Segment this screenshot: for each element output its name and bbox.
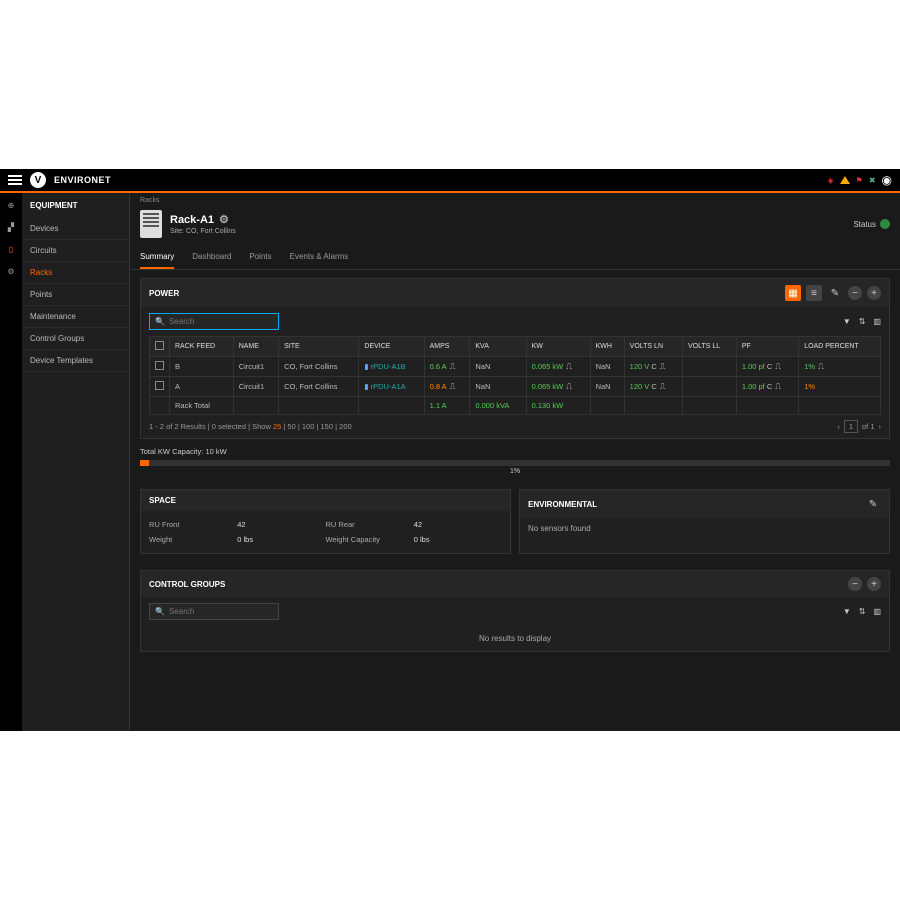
cg-panel: CONTROL GROUPS −+ 🔍 ▼ ⇅ ▥ No results to … [140,570,890,652]
sidebar-item-devices[interactable]: Devices [22,218,129,240]
select-all-checkbox[interactable] [155,341,164,350]
topbar: V ENVIRONET ◈ ⚑ ✖ ◉ [0,169,900,193]
table-total-row: Rack Total 1.1 A 0.000 kVA 0.130 kW [150,397,881,415]
refresh-icon[interactable]: C [767,362,772,371]
chart-icon[interactable]: ⎍ [775,362,781,371]
rail-globe-icon[interactable]: ⊕ [5,199,17,211]
page-of: of 1 [862,422,875,431]
nav-rail: ⊕ ▞ ▯ ⚙ [0,193,22,731]
sidebar-item-circuits[interactable]: Circuits [22,240,129,262]
cg-empty: No results to display [141,626,889,651]
chart-icon[interactable]: ⎍ [566,362,572,371]
power-title: POWER [149,289,179,298]
user-icon[interactable]: ◉ [882,173,892,187]
sidebar: EQUIPMENT Devices Circuits Racks Points … [22,193,130,731]
search-icon: 🔍 [155,317,165,326]
view-grid-icon[interactable]: ▦ [785,285,801,301]
refresh-icon[interactable]: C [651,382,656,391]
rail-rack-icon[interactable]: ▯ [5,243,17,255]
table-row[interactable]: A Circuit1 CO, Fort Collins ▮ rPDU-A1A 0… [150,377,881,397]
power-panel: POWER ▦ ≡ ✎ − + 🔍 ▼ ⇅ ▥ RACK FEED NAME S… [140,278,890,439]
alert-flag-icon[interactable]: ⚑ [856,176,863,185]
power-table: RACK FEED NAME SITE DEVICE AMPS KVA KW K… [149,336,881,415]
row-checkbox[interactable] [155,361,164,370]
sidebar-header: EQUIPMENT [22,193,129,218]
alert-critical-icon[interactable]: ◈ [827,176,833,185]
prev-page-icon[interactable]: ‹ [837,422,840,431]
edit-icon[interactable]: ✎ [827,285,843,301]
logo: V [30,172,46,188]
edit-icon[interactable]: ✎ [865,496,881,512]
sidebar-item-points[interactable]: Points [22,284,129,306]
search-icon: 🔍 [155,607,165,616]
add-button[interactable]: + [867,286,881,300]
page-title: Rack-A1 [170,214,214,226]
alert-warning-icon[interactable] [840,176,850,184]
power-search-input[interactable] [169,317,273,326]
remove-button[interactable]: − [848,577,862,591]
capacity-label: Total KW Capacity: 10 kW [140,447,890,456]
sidebar-item-racks[interactable]: Racks [22,262,129,284]
app-frame: V ENVIRONET ◈ ⚑ ✖ ◉ ⊕ ▞ ▯ ⚙ EQUIPMENT De… [0,169,900,731]
status-ok-icon [880,219,890,229]
settings-icon[interactable]: ⚙ [219,213,229,226]
space-panel: SPACE RU Front42 RU Rear42 Weight0 lbs W… [140,489,511,554]
page-subtitle: Site: CO, Fort Collins [170,228,236,235]
tab-summary[interactable]: Summary [140,246,174,269]
chart-icon[interactable]: ⎍ [660,362,666,371]
view-list-icon[interactable]: ≡ [806,285,822,301]
refresh-icon[interactable]: C [767,382,772,391]
tabs: Summary Dashboard Points Events & Alarms [130,246,900,270]
menu-icon[interactable] [8,175,22,185]
cg-search-input[interactable] [169,607,273,616]
status-label: Status [853,220,876,229]
remove-button[interactable]: − [848,286,862,300]
env-panel: ENVIRONMENTAL ✎ No sensors found [519,489,890,554]
breadcrumb[interactable]: Racks [130,193,900,208]
device-link[interactable]: rPDU-A1A [371,382,406,391]
rail-chart-icon[interactable]: ▞ [5,221,17,233]
space-title: SPACE [149,496,176,505]
device-link[interactable]: rPDU-A1B [371,362,406,371]
chart-icon[interactable]: ⎍ [566,382,572,391]
tools-icon[interactable]: ✖ [869,176,876,185]
sidebar-item-device-templates[interactable]: Device Templates [22,350,129,372]
chart-icon[interactable]: ⎍ [818,362,824,371]
page-number[interactable]: 1 [844,420,858,433]
chart-icon[interactable]: ⎍ [450,362,456,371]
tab-dashboard[interactable]: Dashboard [192,246,231,269]
chart-icon[interactable]: ⎍ [450,382,456,391]
pager-info: 1 - 2 of 2 Results | 0 selected | Show 2… [149,422,352,431]
power-search[interactable]: 🔍 [149,313,279,330]
tab-points[interactable]: Points [249,246,271,269]
sort-icon[interactable]: ⇅ [859,317,866,326]
chart-icon[interactable]: ⎍ [775,382,781,391]
cg-title: CONTROL GROUPS [149,580,225,589]
columns-icon[interactable]: ▥ [873,317,881,326]
filter-icon[interactable]: ▼ [843,317,851,326]
filter-icon[interactable]: ▼ [843,607,851,616]
table-row[interactable]: B Circuit1 CO, Fort Collins ▮ rPDU-A1B 0… [150,357,881,377]
env-empty: No sensors found [520,518,889,539]
env-title: ENVIRONMENTAL [528,500,597,509]
refresh-icon[interactable]: C [651,362,656,371]
next-page-icon[interactable]: › [879,422,882,431]
add-button[interactable]: + [867,577,881,591]
cg-search[interactable]: 🔍 [149,603,279,620]
sort-icon[interactable]: ⇅ [859,607,866,616]
rail-gear-icon[interactable]: ⚙ [5,265,17,277]
rack-icon [140,210,162,238]
brand-name: ENVIRONET [54,175,111,185]
columns-icon[interactable]: ▥ [873,607,881,616]
capacity-bar [140,460,890,466]
tab-events[interactable]: Events & Alarms [290,246,349,269]
sidebar-item-maintenance[interactable]: Maintenance [22,306,129,328]
sidebar-item-control-groups[interactable]: Control Groups [22,328,129,350]
row-checkbox[interactable] [155,381,164,390]
main-content: Racks Rack-A1 ⚙ Site: CO, Fort Collins St… [130,193,900,731]
capacity-pct: 1% [130,468,900,475]
chart-icon[interactable]: ⎍ [660,382,666,391]
